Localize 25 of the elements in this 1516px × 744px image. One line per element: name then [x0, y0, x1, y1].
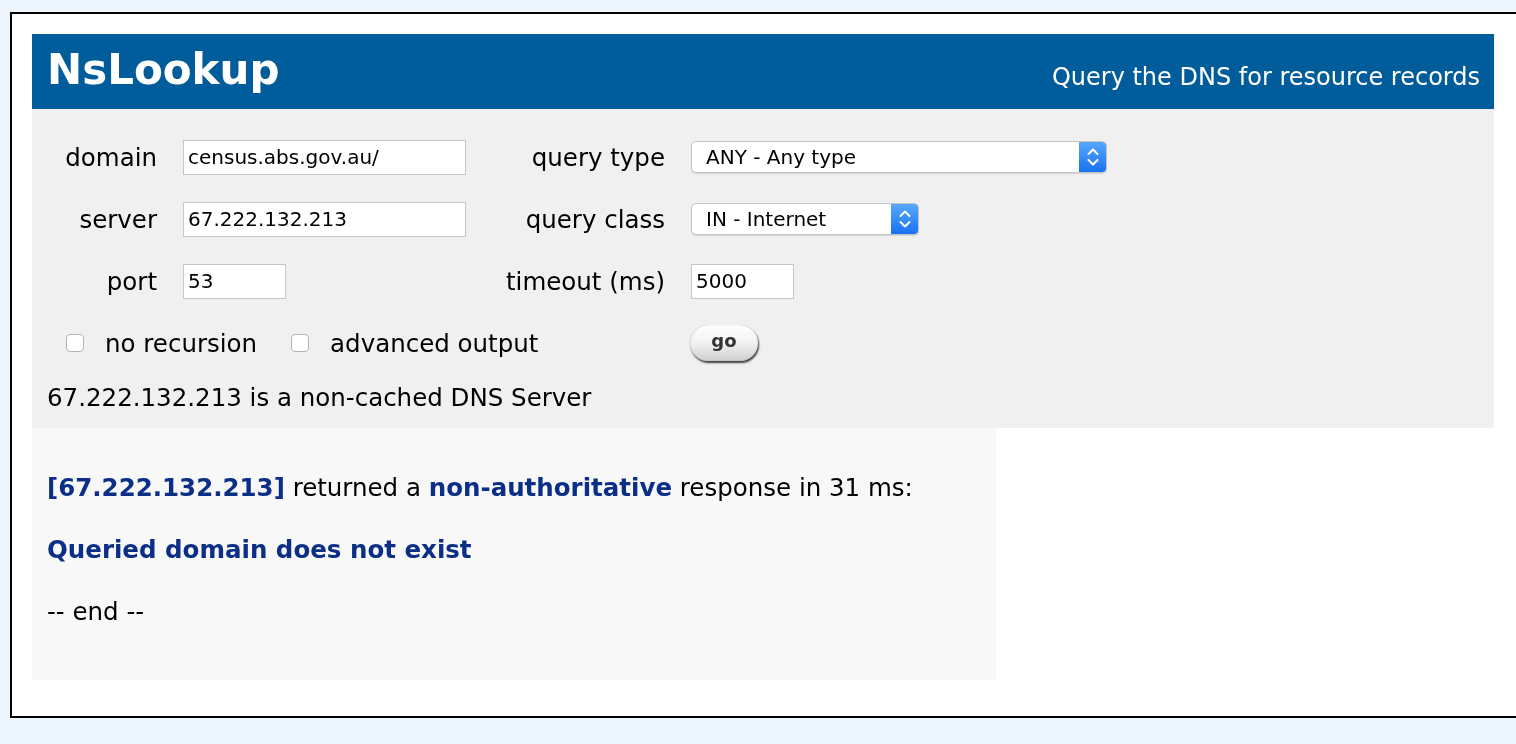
field-label: query class [525, 204, 665, 234]
status-text: 67.222.132.213 is a non-cached DNS Server [46, 383, 593, 412]
checkbox-label: advanced output [330, 328, 539, 358]
app-subtitle: Query the DNS for resource records [1051, 64, 1480, 89]
input-field[interactable]: 67.222.132.213 [183, 201, 466, 237]
field-label: query type [531, 142, 665, 172]
end-marker-text: -- end -- [47, 597, 145, 626]
checkbox[interactable] [66, 334, 84, 352]
up-down-arrows-icon [1079, 142, 1106, 172]
input-field[interactable]: census.abs.gov.au/ [183, 139, 466, 175]
submit-button[interactable]: go [690, 325, 758, 361]
up-down-arrows-icon [891, 204, 918, 234]
field-label: timeout (ms) [506, 266, 665, 296]
app-title: NsLookup [47, 48, 280, 91]
checkbox[interactable] [291, 334, 310, 352]
field-label: port [106, 266, 157, 296]
dropdown[interactable]: IN - Internet [691, 203, 919, 235]
dropdown[interactable]: ANY - Any type [691, 141, 1107, 173]
checkbox-label: no recursion [105, 328, 258, 358]
field-label: server [79, 204, 157, 234]
field-label: domain [65, 142, 157, 172]
error-message: Queried domain does not exist [47, 535, 472, 564]
result-summary: [67.222.132.213] returned a non-authoritative response in 31 ms: [47, 473, 913, 502]
input-field[interactable]: 5000 [691, 263, 794, 299]
input-field[interactable]: 53 [183, 263, 286, 299]
